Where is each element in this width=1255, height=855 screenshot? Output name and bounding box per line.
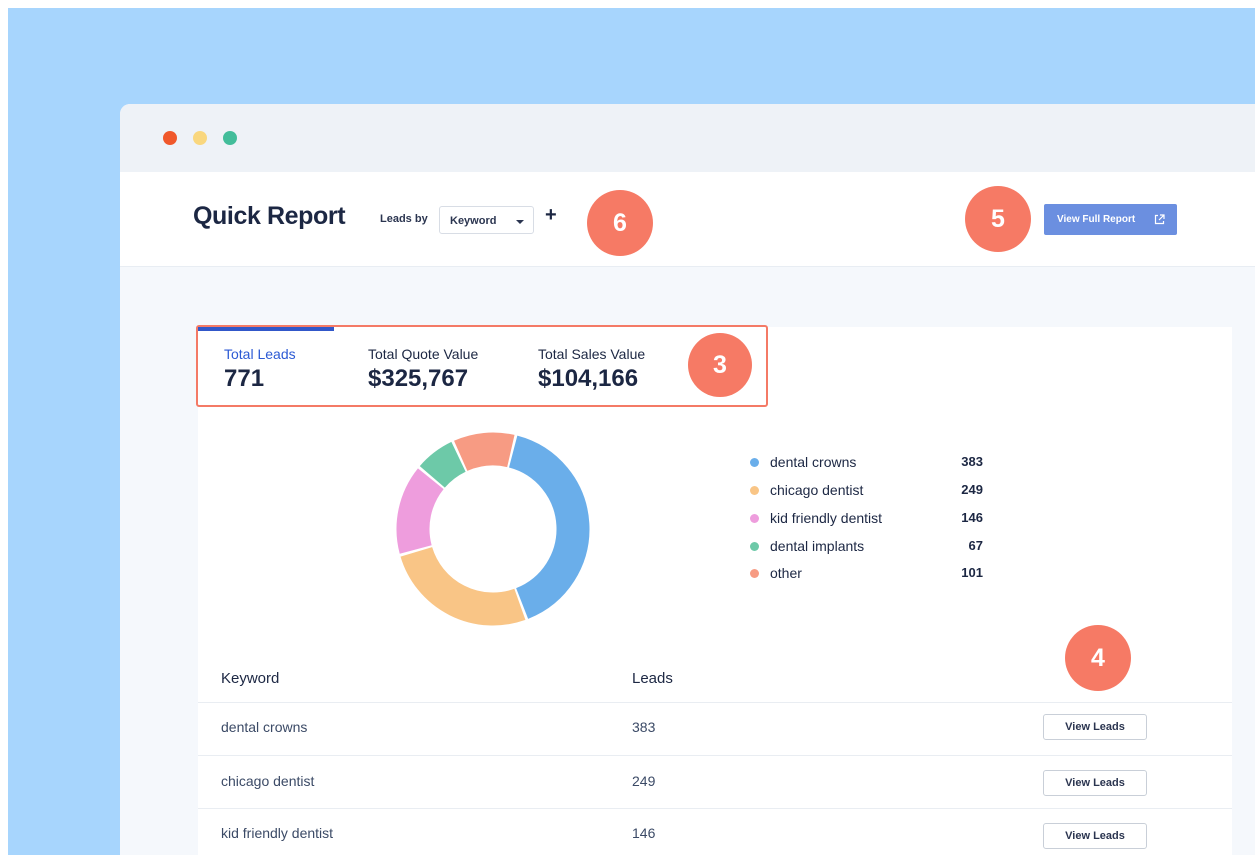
metric-label: Total Quote Value [368, 346, 479, 362]
row-divider [198, 702, 1232, 703]
view-leads-button[interactable]: View Leads [1043, 770, 1147, 796]
metric-label: Total Leads [224, 346, 296, 362]
maximize-window-button[interactable] [223, 131, 237, 145]
row-divider [198, 755, 1232, 756]
legend-color-dot [750, 486, 759, 495]
legend-label: kid friendly dentist [770, 510, 883, 526]
donut-slice-chicago-dentist [400, 546, 526, 626]
chevron-down-icon [516, 220, 524, 224]
row-divider [198, 808, 1232, 809]
legend-label: other [770, 565, 802, 581]
legend-item: dental implants 67 [748, 537, 983, 557]
view-leads-button[interactable]: View Leads [1043, 823, 1147, 849]
legend-item: kid friendly dentist 146 [748, 509, 983, 529]
close-window-button[interactable] [163, 131, 177, 145]
plus-icon[interactable]: + [545, 204, 557, 227]
group-by-select-value: Keyword [450, 215, 497, 227]
page-title: Quick Report [193, 202, 346, 230]
legend-value: 146 [961, 510, 983, 525]
keyword-cell: kid friendly dentist [221, 825, 334, 841]
legend-color-dot [750, 458, 759, 467]
legend-item: other 101 [748, 564, 983, 584]
legend-label: dental implants [770, 538, 865, 554]
keyword-cell: chicago dentist [221, 773, 315, 789]
external-link-icon [1154, 214, 1165, 225]
metric-value: $325,767 [368, 365, 469, 392]
column-header-keyword: Keyword [221, 670, 280, 687]
group-by-select[interactable]: Keyword [439, 206, 534, 234]
donut-slice-dental-implants [419, 441, 467, 489]
legend-item: dental crowns 383 [748, 453, 983, 473]
report-header: Quick Report Leads by Keyword + 6 5 View… [120, 172, 1255, 267]
legend-value: 101 [961, 565, 983, 580]
view-leads-button[interactable]: View Leads [1043, 714, 1147, 740]
window-titlebar [120, 104, 1255, 172]
metric-value: 771 [224, 365, 265, 392]
metric-label: Total Sales Value [538, 346, 646, 362]
keyword-cell: dental crowns [221, 719, 308, 735]
callout-badge-6: 6 [587, 190, 653, 256]
minimize-window-button[interactable] [193, 131, 207, 145]
legend-color-dot [750, 514, 759, 523]
callout-badge-5: 5 [965, 186, 1031, 252]
donut-slice-dental-crowns [508, 435, 590, 619]
callout-badge-3: 3 [688, 333, 752, 397]
metric-value: $104,166 [538, 365, 639, 392]
legend-value: 249 [961, 482, 983, 497]
view-full-report-button[interactable]: View Full Report [1044, 204, 1177, 235]
active-tab-indicator [198, 327, 334, 331]
donut-slice-kid-friendly-dentist [396, 468, 445, 554]
metrics-tabs: Total Leads 771 Total Quote Value $325,7… [196, 325, 768, 407]
view-full-report-label: View Full Report [1057, 214, 1136, 225]
callout-badge-4: 4 [1065, 625, 1131, 691]
legend-value: 383 [961, 454, 983, 469]
leads-cell: 146 [632, 825, 656, 841]
leads-by-label: Leads by [380, 213, 428, 225]
legend-label: chicago dentist [770, 482, 864, 498]
column-header-leads: Leads [632, 670, 673, 687]
leads-donut-chart [396, 432, 590, 626]
legend-item: chicago dentist 249 [748, 481, 983, 501]
legend-color-dot [750, 542, 759, 551]
legend-value: 67 [968, 538, 983, 553]
donut-slice-other [454, 432, 515, 472]
legend-color-dot [750, 569, 759, 578]
leads-cell: 249 [632, 773, 656, 789]
leads-cell: 383 [632, 719, 656, 735]
app-window: Quick Report Leads by Keyword + 6 5 View… [120, 104, 1255, 855]
legend-label: dental crowns [770, 454, 857, 470]
